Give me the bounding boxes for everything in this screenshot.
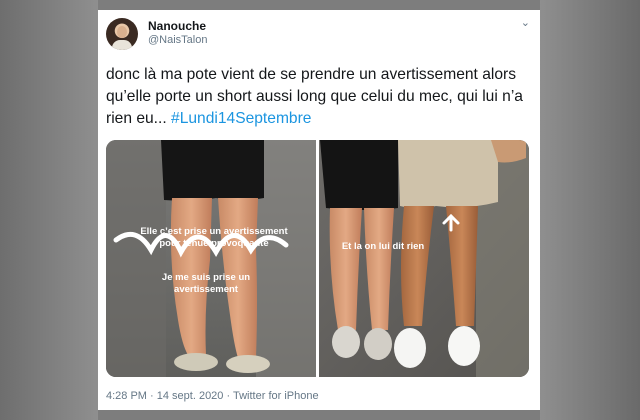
tweet-time[interactable]: 4:28 PM xyxy=(106,390,147,402)
media-photos: Elle c’est prise un avertissement pour t… xyxy=(106,140,529,377)
user-handle[interactable]: @NaisTalon xyxy=(148,34,207,46)
left-caption-line1: Elle c’est prise un avertissement xyxy=(140,226,288,237)
avatar[interactable] xyxy=(106,18,138,50)
tweet-footer: 4:28 PM · 14 sept. 2020 · Twitter for iP… xyxy=(106,390,319,402)
left-caption-line2: pour tenue provoquante xyxy=(159,238,268,249)
footer-separator: · xyxy=(146,390,157,402)
left-caption-line4: avertissement xyxy=(174,284,239,295)
tweet-date[interactable]: 14 sept. 2020 xyxy=(157,390,224,402)
tweet-media[interactable]: Elle c’est prise un avertissement pour t… xyxy=(106,140,529,377)
footer-separator-2: · xyxy=(223,390,233,402)
left-photo: Elle c’est prise un avertissement pour t… xyxy=(106,140,316,377)
tweet-text: donc là ma pote vient de se prendre un a… xyxy=(106,64,536,130)
chevron-down-icon[interactable]: ⌄ xyxy=(521,16,530,29)
right-photo: Et la on lui dit rien xyxy=(319,140,529,377)
right-caption: Et la on lui dit rien xyxy=(342,241,425,252)
background-left xyxy=(0,0,98,420)
display-name[interactable]: Nanouche xyxy=(148,19,206,33)
hashtag-link[interactable]: #Lundi14Septembre xyxy=(171,110,311,127)
left-caption-line3: Je me suis prise un xyxy=(162,272,250,283)
photo-divider xyxy=(316,140,319,377)
avatar-face xyxy=(117,26,127,38)
avatar-shirt xyxy=(112,40,132,50)
tweet-body: donc là ma pote vient de se prendre un a… xyxy=(106,66,523,127)
tweet-card: Nanouche @NaisTalon ⌄ donc là ma pote vi… xyxy=(98,10,540,410)
tweet-source[interactable]: Twitter for iPhone xyxy=(233,390,319,402)
background-right xyxy=(540,0,640,420)
